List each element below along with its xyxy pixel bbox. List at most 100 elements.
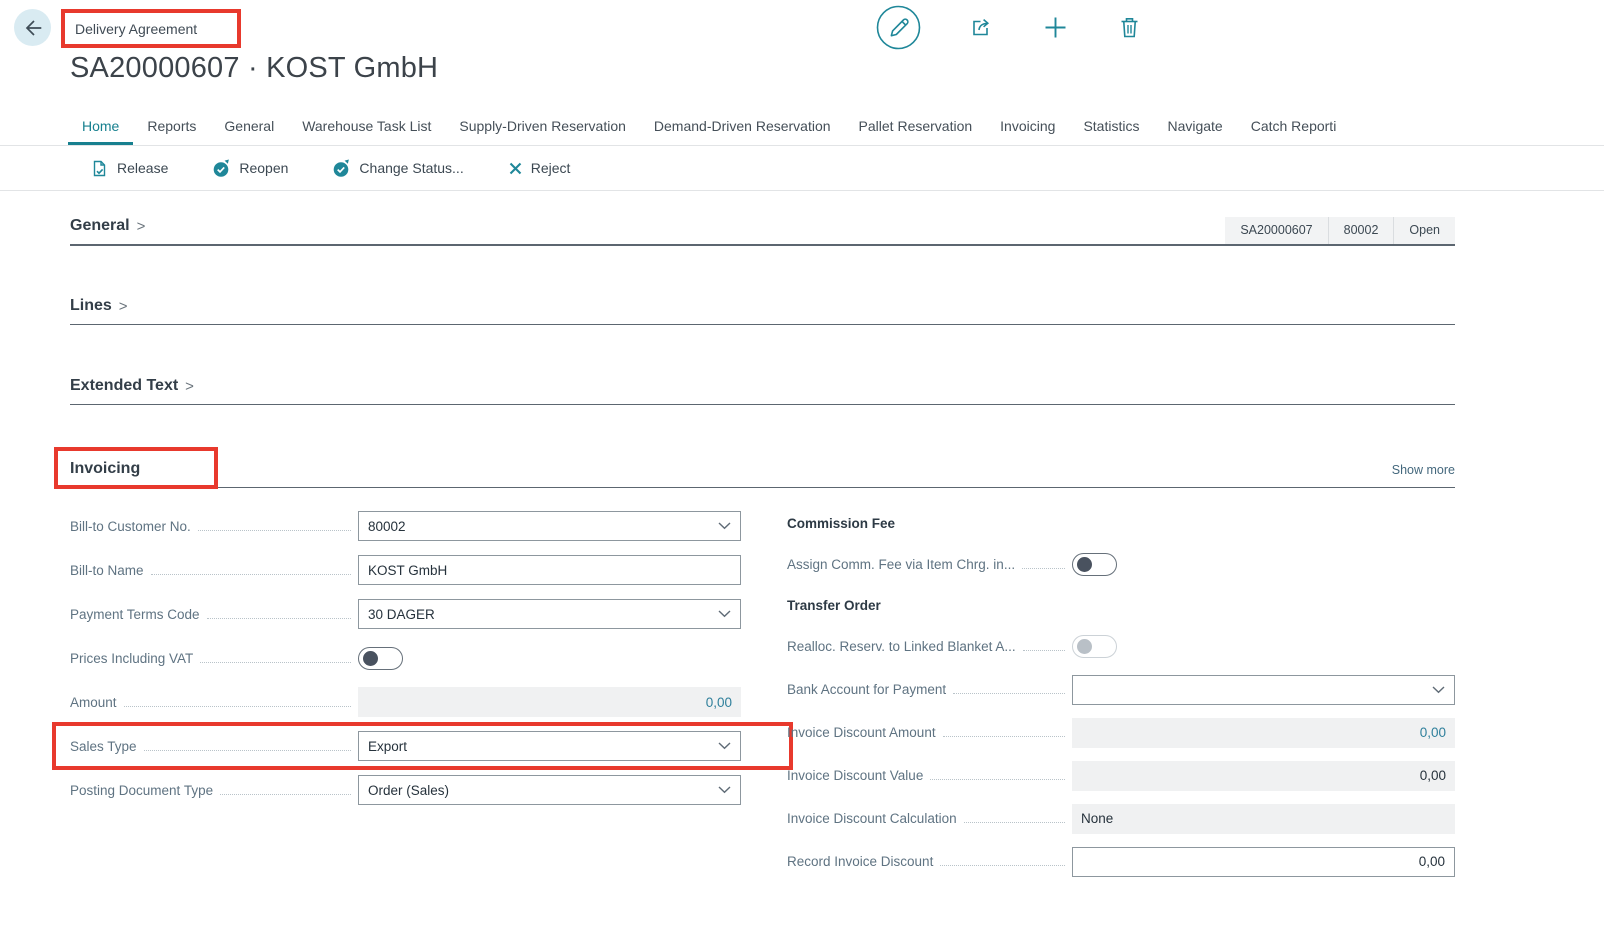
release-label: Release [117, 160, 168, 176]
general-summary-badges: SA20000607 80002 Open [1225, 217, 1455, 244]
dotted-leader [198, 522, 351, 531]
extended-text-section-title: Extended Text [70, 377, 178, 395]
bank-account-for-payment-field[interactable] [1072, 675, 1455, 705]
tab-warehouse-task-list[interactable]: Warehouse Task List [288, 118, 445, 145]
amount-value[interactable]: 0,00 [367, 695, 732, 710]
field-row-invoice-discount-amount: Invoice Discount Amount 0,00 [787, 711, 1455, 754]
delivery-agreement-page: Delivery Agreement SA20000607 · KOST Gmb… [0, 0, 1604, 883]
reject-button[interactable]: Reject [508, 160, 571, 176]
change-status-button[interactable]: Change Status... [332, 159, 463, 178]
badge-status: Open [1393, 217, 1455, 244]
tab-statistics[interactable]: Statistics [1069, 118, 1153, 145]
tab-supply-driven-reservation[interactable]: Supply-Driven Reservation [445, 118, 640, 145]
dotted-leader [940, 857, 1065, 866]
bank-account-for-payment-label: Bank Account for Payment [787, 682, 946, 697]
arrow-left-icon [22, 17, 44, 39]
invoicing-right-column: Commission Fee Assign Comm. Fee via Item… [787, 504, 1455, 883]
card-content: General > SA20000607 80002 Open Lines> Ex… [70, 217, 1455, 883]
payment-terms-code-field[interactable]: 30 DAGER [358, 599, 741, 629]
field-row-invoice-discount-calculation: Invoice Discount Calculation None [787, 797, 1455, 840]
badge-document-no: SA20000607 [1225, 217, 1327, 244]
sales-type-field[interactable]: Export [358, 731, 741, 761]
assign-comm-fee-toggle[interactable] [1072, 553, 1117, 576]
amount-label: Amount [70, 695, 117, 710]
chevron-down-icon[interactable] [1432, 686, 1445, 694]
realloc-reserv-label: Realloc. Reserv. to Linked Blanket A... [787, 639, 1016, 654]
reopen-label: Reopen [239, 160, 288, 176]
chevron-down-icon[interactable] [718, 610, 731, 618]
dotted-leader [207, 610, 351, 619]
tab-catch-reporting[interactable]: Catch Reporti [1237, 118, 1351, 145]
amount-field: 0,00 [358, 687, 741, 717]
bill-to-customer-no-value: 80002 [368, 519, 712, 534]
invoice-discount-amount-value[interactable]: 0,00 [1081, 725, 1446, 740]
tab-home[interactable]: Home [68, 118, 133, 145]
field-row-bill-to-name: Bill-to Name KOST GmbH [70, 548, 741, 592]
invoice-discount-value-label: Invoice Discount Value [787, 768, 923, 783]
record-invoice-discount-field[interactable]: 0,00 [1072, 847, 1455, 877]
reject-label: Reject [531, 160, 571, 176]
section-header-invoicing[interactable]: Invoicing Show more [70, 460, 1455, 488]
field-row-bill-to-customer-no: Bill-to Customer No. 80002 [70, 504, 741, 548]
posting-document-type-value: Order (Sales) [368, 783, 712, 798]
chevron-right-icon: > [137, 218, 146, 235]
section-header-lines[interactable]: Lines> [70, 297, 1455, 325]
reopen-button[interactable]: Reopen [212, 159, 288, 178]
tab-navigate[interactable]: Navigate [1153, 118, 1236, 145]
dotted-leader [220, 786, 351, 795]
general-section-title: General [70, 217, 130, 235]
assign-comm-fee-label: Assign Comm. Fee via Item Chrg. in... [787, 557, 1015, 572]
bill-to-customer-no-field[interactable]: 80002 [358, 511, 741, 541]
invoicing-section-title: Invoicing [70, 460, 140, 478]
page-title: SA20000607 · KOST GmbH [70, 52, 438, 85]
field-row-bank-account-for-payment: Bank Account for Payment [787, 668, 1455, 711]
new-button[interactable] [1042, 14, 1069, 41]
x-mark-icon [508, 161, 523, 176]
page-caption: Delivery Agreement [75, 21, 197, 37]
payment-terms-code-value: 30 DAGER [368, 607, 712, 622]
record-invoice-discount-value: 0,00 [1082, 854, 1445, 869]
pencil-icon [876, 5, 921, 50]
posting-document-type-field[interactable]: Order (Sales) [358, 775, 741, 805]
invoice-discount-calculation-label: Invoice Discount Calculation [787, 811, 957, 826]
header-toolbar [876, 5, 1143, 50]
section-header-extended-text[interactable]: Extended Text> [70, 377, 1455, 405]
tab-demand-driven-reservation[interactable]: Demand-Driven Reservation [640, 118, 845, 145]
group-heading-transfer-order: Transfer Order [787, 586, 1455, 625]
document-check-icon [90, 159, 109, 178]
share-button[interactable] [968, 14, 995, 41]
chevron-down-icon[interactable] [718, 742, 731, 750]
invoice-discount-value-value: 0,00 [1081, 768, 1446, 783]
release-button[interactable]: Release [90, 159, 168, 178]
bill-to-name-field[interactable]: KOST GmbH [358, 555, 741, 585]
dotted-leader [953, 685, 1065, 694]
prices-including-vat-label: Prices Including VAT [70, 651, 193, 666]
tab-invoicing[interactable]: Invoicing [986, 118, 1069, 145]
tab-reports[interactable]: Reports [133, 118, 210, 145]
dotted-leader [964, 814, 1065, 823]
dotted-leader [151, 566, 351, 575]
tab-pallet-reservation[interactable]: Pallet Reservation [845, 118, 987, 145]
field-row-invoice-discount-value: Invoice Discount Value 0,00 [787, 754, 1455, 797]
show-more-link[interactable]: Show more [1392, 463, 1455, 487]
field-row-payment-terms-code: Payment Terms Code 30 DAGER [70, 592, 741, 636]
plus-icon [1042, 14, 1069, 41]
field-row-realloc-reserv: Realloc. Reserv. to Linked Blanket A... [787, 625, 1455, 668]
section-header-general[interactable]: General > SA20000607 80002 Open [70, 217, 1455, 246]
bill-to-customer-no-label: Bill-to Customer No. [70, 519, 191, 534]
chevron-down-icon[interactable] [718, 786, 731, 794]
prices-including-vat-toggle[interactable] [358, 647, 403, 670]
dotted-leader [1022, 560, 1065, 569]
badge-customer-no: 80002 [1328, 217, 1394, 244]
delete-button[interactable] [1116, 14, 1143, 41]
back-button[interactable] [14, 9, 51, 46]
dotted-leader [930, 771, 1065, 780]
invoice-discount-amount-label: Invoice Discount Amount [787, 725, 936, 740]
action-bar: Release Reopen Change Status... Reject [0, 146, 1604, 191]
edit-button[interactable] [876, 5, 921, 50]
record-invoice-discount-label: Record Invoice Discount [787, 854, 933, 869]
chevron-down-icon[interactable] [718, 522, 731, 530]
tab-general[interactable]: General [210, 118, 288, 145]
circle-check-icon [212, 159, 231, 178]
invoicing-fields: Bill-to Customer No. 80002 Bill-to Name … [70, 504, 1455, 883]
